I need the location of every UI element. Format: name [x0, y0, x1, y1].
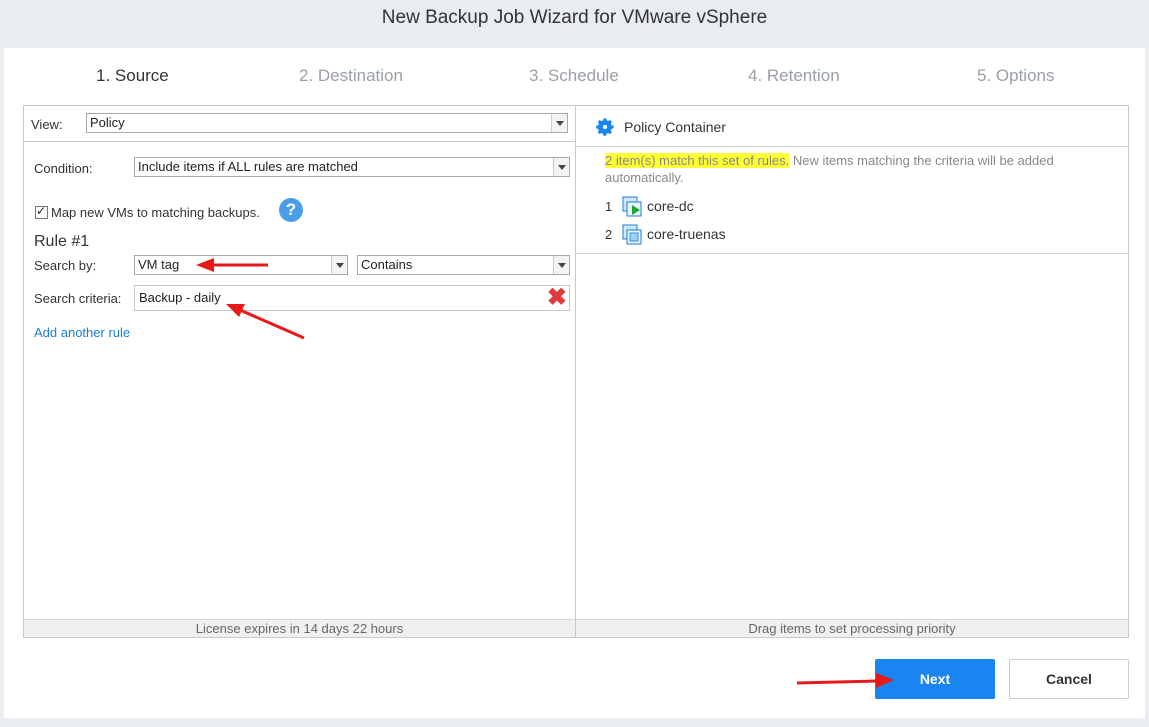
help-icon[interactable]: ?	[279, 198, 303, 222]
chevron-down-icon	[331, 256, 347, 274]
license-footer: License expires in 14 days 22 hours	[24, 619, 575, 637]
chevron-down-icon	[551, 114, 567, 132]
vm-name: core-truenas	[647, 226, 726, 242]
clear-icon[interactable]: ✖	[547, 286, 567, 310]
search-criteria-input[interactable]: Backup - daily ✖	[134, 285, 570, 311]
view-select-value: Policy	[90, 115, 125, 130]
view-label: View:	[31, 117, 63, 132]
policy-container-panel: Policy Container 2 item(s) match this se…	[575, 105, 1129, 638]
chevron-down-icon	[553, 158, 569, 176]
chevron-down-icon	[553, 256, 569, 274]
condition-select[interactable]: Include items if ALL rules are matched	[134, 157, 570, 177]
search-by-label: Search by:	[34, 258, 97, 273]
search-criteria-label: Search criteria:	[34, 291, 122, 306]
vm-index: 1	[605, 199, 613, 214]
vm-name: core-dc	[647, 198, 694, 214]
match-summary: 2 item(s) match this set of rules. New i…	[605, 152, 1105, 186]
list-divider	[576, 253, 1128, 254]
search-by-value: VM tag	[138, 257, 180, 272]
operator-value: Contains	[361, 257, 413, 272]
step-destination[interactable]: 2. Destination	[299, 66, 403, 86]
condition-select-value: Include items if ALL rules are matched	[138, 159, 358, 174]
search-by-select[interactable]: VM tag	[134, 255, 348, 275]
map-vms-label: Map new VMs to matching backups.	[51, 205, 260, 220]
add-rule-link[interactable]: Add another rule	[34, 325, 130, 340]
vm-running-icon	[622, 196, 642, 217]
policy-container-title: Policy Container	[624, 119, 726, 135]
wizard-steps: 1. Source 2. Destination 3. Schedule 4. …	[4, 66, 1145, 90]
step-retention[interactable]: 4. Retention	[748, 66, 840, 86]
wizard-dialog: 1. Source 2. Destination 3. Schedule 4. …	[4, 48, 1145, 718]
view-row: View: Policy	[24, 106, 575, 142]
map-vms-checkbox[interactable]	[35, 204, 48, 219]
step-schedule[interactable]: 3. Schedule	[529, 66, 619, 86]
view-select[interactable]: Policy	[86, 113, 568, 133]
priority-footer: Drag items to set processing priority	[576, 619, 1128, 637]
next-button[interactable]: Next	[875, 659, 995, 699]
rules-panel: View: Policy Condition: Include items if…	[23, 105, 576, 638]
gear-icon	[596, 118, 614, 136]
step-source[interactable]: 1. Source	[96, 66, 169, 86]
policy-container-header: Policy Container	[576, 106, 1128, 147]
vm-index: 2	[605, 227, 613, 242]
window-title: New Backup Job Wizard for VMware vSphere	[0, 0, 1149, 48]
cancel-button[interactable]: Cancel	[1009, 659, 1129, 699]
match-count-highlight: 2 item(s) match this set of rules.	[605, 153, 790, 168]
condition-label: Condition:	[34, 161, 93, 176]
step-options[interactable]: 5. Options	[977, 66, 1055, 86]
search-criteria-value: Backup - daily	[139, 290, 221, 305]
operator-select[interactable]: Contains	[357, 255, 570, 275]
rule-title: Rule #1	[34, 233, 90, 250]
vm-icon	[622, 224, 642, 245]
